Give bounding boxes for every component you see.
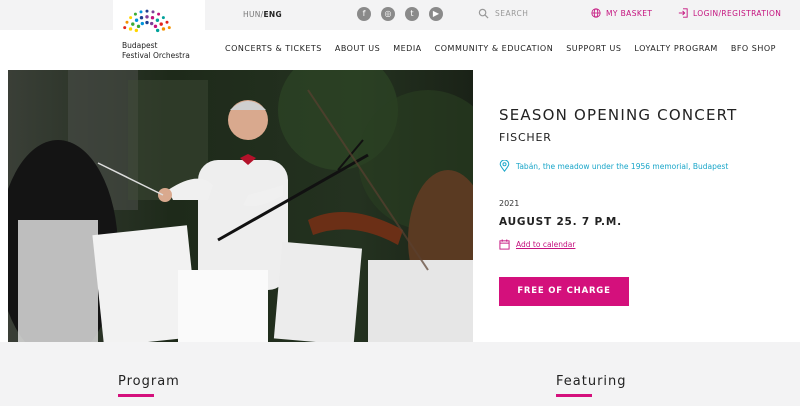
calendar-label: Add to calendar <box>516 240 576 249</box>
calendar-icon <box>499 239 510 250</box>
basket-label: MY BASKET <box>606 8 653 18</box>
logo-text: Budapest Festival Orchestra <box>122 41 190 61</box>
event-title: SEASON OPENING CONCERT <box>499 106 738 124</box>
login-link[interactable]: LOGIN/REGISTRATION <box>678 8 781 18</box>
featuring-heading: Featuring <box>556 374 627 389</box>
program-section: Program <box>118 374 180 397</box>
search-icon <box>478 8 489 19</box>
search-button[interactable]: SEARCH <box>478 8 528 19</box>
logo-line-2: Festival Orchestra <box>122 51 190 60</box>
free-of-charge-button[interactable]: FREE OF CHARGE <box>499 277 629 306</box>
nav-support-us[interactable]: SUPPORT US <box>566 44 621 53</box>
search-label: SEARCH <box>495 9 529 18</box>
twitter-icon[interactable]: t <box>405 7 419 21</box>
event-hero: SEASON OPENING CONCERT FISCHER Tabán, th… <box>0 70 800 342</box>
nav-bfo-shop[interactable]: BFO SHOP <box>731 44 776 53</box>
add-to-calendar-link[interactable]: Add to calendar <box>499 239 575 250</box>
orchestra-logo-icon <box>123 9 171 33</box>
event-date: AUGUST 25. 7 P.M. <box>499 216 622 228</box>
event-year: 2021 <box>499 199 520 208</box>
lang-eng[interactable]: ENG <box>263 10 281 19</box>
program-heading: Program <box>118 374 180 389</box>
language-switch[interactable]: HUN/ENG <box>243 10 282 19</box>
globe-icon <box>591 8 601 18</box>
program-underline <box>118 394 154 397</box>
nav-media[interactable]: MEDIA <box>393 44 421 53</box>
event-venue[interactable]: Tabán, the meadow under the 1956 memoria… <box>499 160 728 172</box>
facebook-icon[interactable]: f <box>357 7 371 21</box>
logo-line-1: Budapest <box>122 41 158 50</box>
featuring-section: Featuring <box>556 374 627 397</box>
concert-photo <box>8 70 473 342</box>
login-label: LOGIN/REGISTRATION <box>693 8 782 18</box>
featuring-underline <box>556 394 592 397</box>
instagram-icon[interactable]: ◎ <box>381 7 395 21</box>
lang-hun[interactable]: HUN <box>243 10 261 19</box>
youtube-icon[interactable]: ▶ <box>429 7 443 21</box>
basket-link[interactable]: MY BASKET <box>591 8 652 18</box>
event-subtitle: FISCHER <box>499 131 552 144</box>
nav-about-us[interactable]: ABOUT US <box>335 44 380 53</box>
site-logo[interactable]: Budapest Festival Orchestra <box>113 0 205 70</box>
nav-community-education[interactable]: COMMUNITY & EDUCATION <box>435 44 554 53</box>
nav-concerts-tickets[interactable]: CONCERTS & TICKETS <box>225 44 322 53</box>
location-pin-icon <box>499 160 510 172</box>
social-links: f ◎ t ▶ <box>357 7 443 21</box>
venue-label: Tabán, the meadow under the 1956 memoria… <box>516 161 729 171</box>
nav-loyalty-program[interactable]: LOYALTY PROGRAM <box>634 44 717 53</box>
login-icon <box>678 8 688 18</box>
